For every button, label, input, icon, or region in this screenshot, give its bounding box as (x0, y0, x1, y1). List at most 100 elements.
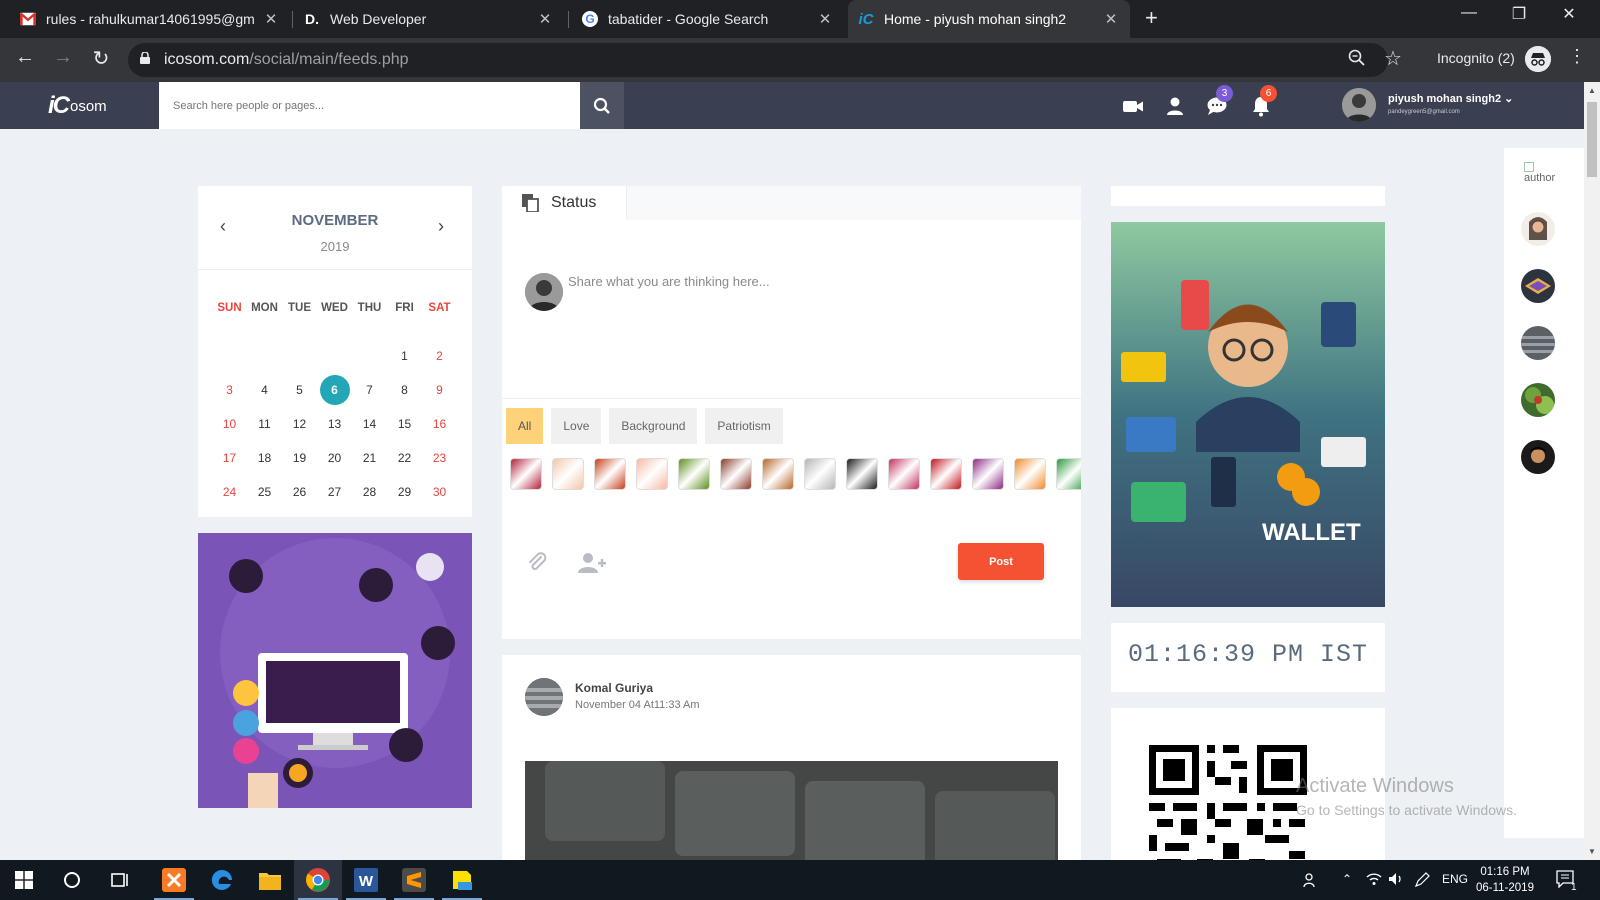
tag-friend-icon[interactable] (578, 552, 606, 574)
browser-menu-icon[interactable]: ⋮ (1568, 46, 1586, 67)
friend-avatar[interactable] (1521, 383, 1555, 417)
scrollbar-thumb[interactable] (1587, 102, 1597, 177)
calendar-day[interactable]: 24 (212, 485, 247, 499)
friend-avatar[interactable] (1521, 326, 1555, 360)
file-explorer-icon[interactable] (246, 860, 294, 900)
forward-icon[interactable]: → (49, 46, 77, 69)
background-swatch[interactable] (552, 458, 584, 490)
calendar-day[interactable]: 26 (282, 485, 317, 499)
calendar-day[interactable]: 30 (422, 485, 457, 499)
calendar-day[interactable]: 18 (247, 451, 282, 465)
user-name-dropdown[interactable]: piyush mohan singh2 ⌄ (1388, 92, 1513, 105)
tab-google-search[interactable]: G tabatider - Google Search ✕ (572, 0, 844, 38)
search-button[interactable] (580, 82, 624, 129)
calendar-day[interactable]: 29 (387, 485, 422, 499)
calendar-day[interactable]: 4 (247, 383, 282, 397)
calendar-day[interactable]: 3 (212, 383, 247, 397)
volume-icon[interactable] (1388, 872, 1404, 889)
calendar-today[interactable]: 6 (319, 375, 350, 405)
calendar-day[interactable]: 7 (352, 383, 387, 397)
calendar-day[interactable]: 21 (352, 451, 387, 465)
wifi-icon[interactable] (1366, 872, 1382, 889)
pen-icon[interactable] (1414, 872, 1430, 891)
video-camera-icon[interactable] (1122, 95, 1144, 117)
category-tab-patriotism[interactable]: Patriotism (705, 408, 783, 444)
background-swatch[interactable] (804, 458, 836, 490)
tab-status[interactable]: Status (502, 186, 627, 220)
post-image-keyboard[interactable] (525, 761, 1058, 860)
close-tab-icon[interactable]: ✕ (536, 10, 554, 28)
search-input[interactable] (159, 82, 580, 129)
xampp-icon[interactable] (150, 860, 198, 900)
scroll-up-icon[interactable]: ▲ (1584, 86, 1600, 95)
sublime-text-icon[interactable] (390, 860, 438, 900)
avatar[interactable] (1342, 88, 1376, 122)
background-swatch[interactable] (720, 458, 752, 490)
icosom-logo[interactable]: iC osom (48, 90, 158, 122)
calendar-day[interactable]: 28 (352, 485, 387, 499)
tab-icosom-home[interactable]: iC Home - piyush mohan singh2 ✕ (848, 0, 1130, 38)
calendar-day[interactable]: 11 (247, 417, 282, 431)
background-swatch[interactable] (930, 458, 962, 490)
calendar-day[interactable]: 27 (317, 485, 352, 499)
word-icon[interactable]: W (342, 860, 390, 900)
new-tab-icon[interactable]: + (1145, 5, 1158, 31)
calendar-day[interactable]: 6 (317, 375, 352, 405)
background-swatch[interactable] (1056, 458, 1081, 490)
background-swatch[interactable] (972, 458, 1004, 490)
background-swatch[interactable] (762, 458, 794, 490)
background-swatch[interactable] (594, 458, 626, 490)
background-swatch[interactable] (636, 458, 668, 490)
calendar-day[interactable]: 17 (212, 451, 247, 465)
tab-web-developer[interactable]: D. Web Developer ✕ (294, 0, 564, 38)
wallet-ad-banner[interactable]: WALLET (1111, 222, 1385, 607)
background-swatch[interactable] (678, 458, 710, 490)
calendar-day[interactable]: 20 (317, 451, 352, 465)
calendar-day[interactable]: 22 (387, 451, 422, 465)
category-tab-background[interactable]: Background (609, 408, 698, 444)
system-clock[interactable]: 01:16 PM 06-11-2019 (1470, 864, 1540, 896)
calendar-day[interactable]: 5 (282, 383, 317, 397)
people-icon[interactable] (1303, 872, 1319, 891)
scroll-down-icon[interactable]: ▼ (1584, 847, 1600, 856)
incognito-icon[interactable] (1525, 46, 1551, 72)
status-input[interactable]: Share what you are thinking here... (568, 274, 770, 289)
calendar-day[interactable]: 14 (352, 417, 387, 431)
friend-avatar[interactable] (1521, 269, 1555, 303)
calendar-day[interactable]: 19 (282, 451, 317, 465)
zoom-icon[interactable] (1348, 49, 1366, 72)
qr-code-image[interactable] (1149, 745, 1309, 860)
restore-icon[interactable]: ❐ (1496, 4, 1542, 24)
task-view-icon[interactable] (96, 860, 144, 900)
calendar-day[interactable]: 15 (387, 417, 422, 431)
friend-avatar[interactable] (1521, 440, 1555, 474)
bookmark-star-icon[interactable]: ☆ (1384, 46, 1402, 71)
calendar-day[interactable]: 8 (387, 383, 422, 397)
tab-gmail[interactable]: rules - rahulkumar14061995@gm ✕ (10, 0, 290, 38)
page-scrollbar[interactable]: ▲ ▼ (1584, 82, 1600, 860)
minimize-icon[interactable]: — (1446, 4, 1492, 22)
tray-chevron-up-icon[interactable]: ⌃ (1342, 872, 1352, 886)
background-swatch[interactable] (1014, 458, 1046, 490)
back-icon[interactable]: ← (11, 46, 39, 69)
avatar[interactable] (525, 678, 563, 716)
calendar-day[interactable]: 23 (422, 451, 457, 465)
calendar-day[interactable]: 16 (422, 417, 457, 431)
calendar-day[interactable]: 2 (422, 349, 457, 363)
background-swatch[interactable] (510, 458, 542, 490)
calendar-day[interactable]: 25 (247, 485, 282, 499)
post-author[interactable]: Komal Guriya (575, 681, 653, 695)
background-swatch[interactable] (888, 458, 920, 490)
chrome-icon[interactable] (294, 860, 342, 900)
sticky-notes-icon[interactable] (438, 860, 486, 900)
paperclip-icon[interactable] (526, 551, 548, 573)
calendar-day[interactable]: 1 (387, 349, 422, 363)
category-tab-all[interactable]: All (506, 408, 544, 444)
friend-avatar[interactable] (1521, 212, 1555, 246)
close-tab-icon[interactable]: ✕ (816, 10, 834, 28)
calendar-next-icon[interactable]: › (438, 216, 444, 237)
close-tab-icon[interactable]: ✕ (262, 10, 280, 28)
calendar-day[interactable]: 13 (317, 417, 352, 431)
incognito-label[interactable]: Incognito (2) (1437, 50, 1515, 66)
friends-icon[interactable] (1164, 95, 1186, 117)
